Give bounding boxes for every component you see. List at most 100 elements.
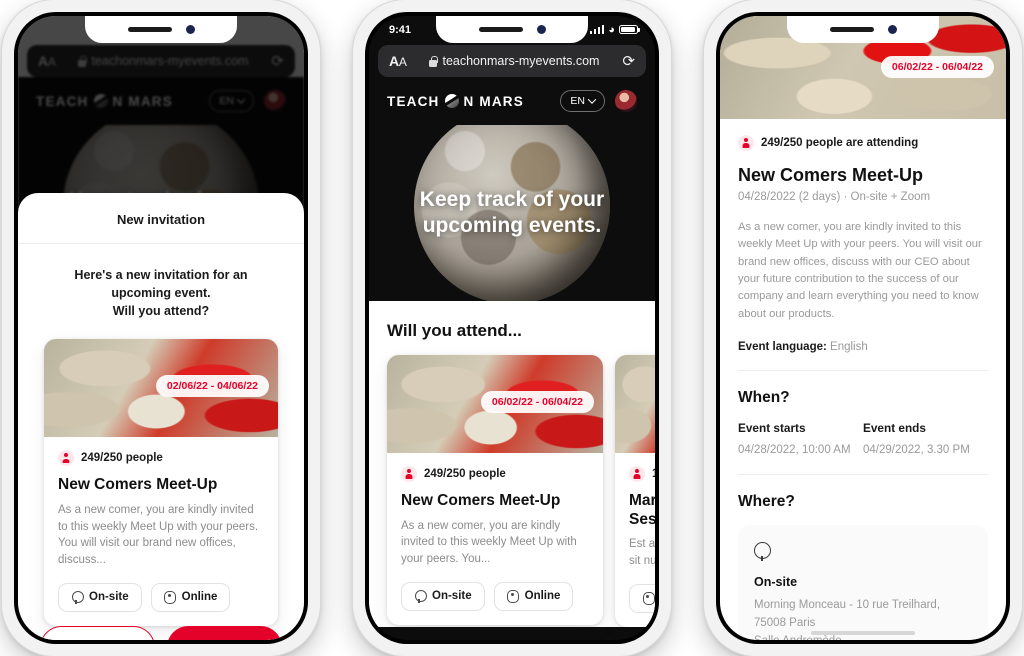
webcam-icon (507, 589, 520, 603)
when-grid: Event starts 04/28/2022, 10:00 AM Event … (738, 421, 988, 476)
event-description-line2: sit nulla t (629, 554, 655, 567)
event-starts-value: 04/28/2022, 10:00 AM (738, 444, 851, 457)
event-ends-value: 04/29/2022, 3.30 PM (863, 444, 970, 457)
event-language-row: Event language: English (738, 341, 988, 372)
planet-icon (444, 94, 459, 108)
where-card[interactable]: On-site Morning Monceau - 10 rue Treilha… (738, 525, 988, 640)
event-language-label: Event language: (738, 341, 827, 354)
event-description-line1: Est arcu (629, 538, 655, 551)
modal-event-card-wrap: 02/06/22 - 04/06/22 249/250 people New C… (18, 320, 304, 626)
chip-on-site[interactable]: O (629, 583, 655, 613)
modal-lead-text: Here's a new invitation for an upcoming … (18, 244, 304, 320)
event-card[interactable]: 02/06/22 - 04/06/22 249/250 people New C… (44, 339, 278, 626)
event-description: As a new comer, you are kindly invited t… (58, 503, 259, 566)
phone-event-list: 9:41 ◕ AA teachonmars-myevents.com ⟳ TEA… (353, 0, 671, 656)
logo-text-nmars: N MARS (463, 93, 524, 109)
event-card[interactable]: 1/1 Marke Sessi Est arcu sit nulla t (615, 355, 655, 627)
browser-url-bar[interactable]: AA teachonmars-myevents.com ⟳ (378, 45, 646, 77)
speaker-slot (478, 27, 523, 32)
where-address-line1: Morning Monceau - 10 rue Treilhard, (754, 599, 941, 612)
language-selector[interactable]: EN (560, 90, 605, 112)
site-header: TEACH N MARS EN (369, 77, 655, 125)
accept-button[interactable]: Yes, I will (167, 625, 282, 640)
where-address-line2: 75008 Paris (754, 616, 816, 629)
where-mode: On-site (754, 575, 798, 590)
attendance-row: 1/1 (629, 466, 655, 482)
hero-headline-line1: Keep track of your (419, 187, 605, 211)
event-mode-chips: On-site Online (401, 581, 589, 611)
chip-on-site[interactable]: On-site (401, 581, 485, 611)
webcam-icon (164, 590, 177, 604)
modal-lead-line2: Will you attend? (112, 304, 210, 319)
front-camera (536, 25, 546, 34)
event-title: New Comers Meet-Up (401, 492, 561, 509)
chip-online[interactable]: Online (150, 582, 231, 612)
phone-event-detail: 06/02/22 - 06/04/22 249/250 people are a… (704, 0, 1022, 656)
speaker-slot (127, 27, 172, 32)
event-photo: 06/02/22 - 06/04/22 (387, 355, 603, 453)
event-starts-col: Event starts 04/28/2022, 10:00 AM (738, 421, 863, 456)
phone-invitation-modal: 9:41 ◕ AA teachonmars-myevents.com (2, 0, 320, 656)
webcam-icon (642, 591, 655, 605)
event-language-value: English (830, 341, 868, 354)
event-ends-col: Event ends 04/29/2022, 3.30 PM (863, 421, 988, 456)
chevron-down-icon (587, 95, 597, 104)
reload-icon[interactable]: ⟳ (622, 54, 635, 69)
phone-notch (85, 16, 237, 43)
attendance-count: 249/250 people are attending (761, 137, 919, 149)
attendance-row: 249/250 people (401, 466, 589, 482)
chip-online[interactable]: Online (493, 581, 574, 611)
attendance-row: 249/250 people are attending (738, 135, 988, 151)
event-mode-chips: On-site Online (58, 582, 264, 612)
phone-bezel: 9:41 ◕ AA teachonmars-myevents.com ⟳ TEA… (365, 12, 659, 644)
wifi-icon: ◕ (608, 23, 615, 36)
chip-online-label: Online (524, 590, 561, 603)
decline-button[interactable]: No, I won't (40, 625, 155, 640)
attendance-count: 249/250 people (81, 452, 163, 465)
scroll-indicator[interactable] (811, 631, 915, 635)
person-icon (58, 450, 74, 467)
hero-headline: Keep track of your upcoming events. (398, 187, 626, 240)
event-mode-chips: O (629, 583, 655, 613)
attendance-count: 249/250 people (424, 468, 506, 480)
chip-on-site[interactable]: On-site (58, 582, 142, 612)
three-phone-mockup: 9:41 ◕ AA teachonmars-myevents.com (0, 0, 1024, 656)
phone-screen: 06/02/22 - 06/04/22 249/250 people are a… (720, 16, 1006, 640)
status-icons: ◕ (589, 23, 640, 36)
attend-section: Will you attend... 06/02/22 - 06/04/22 2… (369, 301, 655, 627)
event-ends-label: Event ends (863, 421, 926, 436)
event-photo: 02/06/22 - 04/06/22 (44, 339, 278, 438)
section-title: Will you attend... (387, 321, 522, 340)
hero-headline-line2: upcoming events. (422, 214, 602, 237)
phone-bezel: 06/02/22 - 06/04/22 249/250 people are a… (716, 12, 1010, 644)
event-card[interactable]: 06/02/22 - 06/04/22 249/250 people New C… (387, 355, 603, 625)
person-icon (629, 466, 645, 482)
event-cards-row[interactable]: 06/02/22 - 06/04/22 249/250 people New C… (369, 355, 655, 627)
event-title-line2: Sessi (629, 510, 655, 528)
text-size-button[interactable]: AA (389, 53, 407, 69)
hero-banner: Keep track of your upcoming events. (369, 125, 655, 301)
attendance-row: 249/250 people (58, 450, 264, 467)
signal-bars-icon (589, 25, 605, 34)
avatar[interactable] (615, 90, 637, 112)
lock-icon (429, 55, 438, 67)
phone-screen: 9:41 ◕ AA teachonmars-myevents.com (18, 16, 304, 640)
url-display[interactable]: teachonmars-myevents.com (415, 54, 615, 68)
chip-on-site-label: On-site (432, 590, 472, 603)
date-badge: 06/02/22 - 06/04/22 (480, 391, 594, 413)
speaker-slot (829, 27, 874, 32)
logo-text-teach: TEACH (387, 93, 440, 109)
modal-lead-line1: Here's a new invitation for an upcoming … (74, 268, 248, 301)
modal-actions: No, I won't Yes, I will (18, 625, 304, 640)
battery-icon (619, 24, 640, 35)
event-title-line1: Marke (629, 492, 655, 509)
location-pin-icon (414, 589, 427, 603)
chip-on-site-label: On-site (89, 591, 129, 604)
phone-notch (436, 16, 588, 43)
front-camera (887, 25, 897, 34)
invitation-modal: New invitation Here's a new invitation f… (18, 193, 304, 640)
url-text: teachonmars-myevents.com (442, 54, 600, 68)
event-card-body: 249/250 people New Comers Meet-Up As a n… (387, 453, 603, 625)
date-badge: 06/02/22 - 06/04/22 (880, 56, 994, 78)
brand-logo[interactable]: TEACH N MARS (387, 94, 524, 109)
